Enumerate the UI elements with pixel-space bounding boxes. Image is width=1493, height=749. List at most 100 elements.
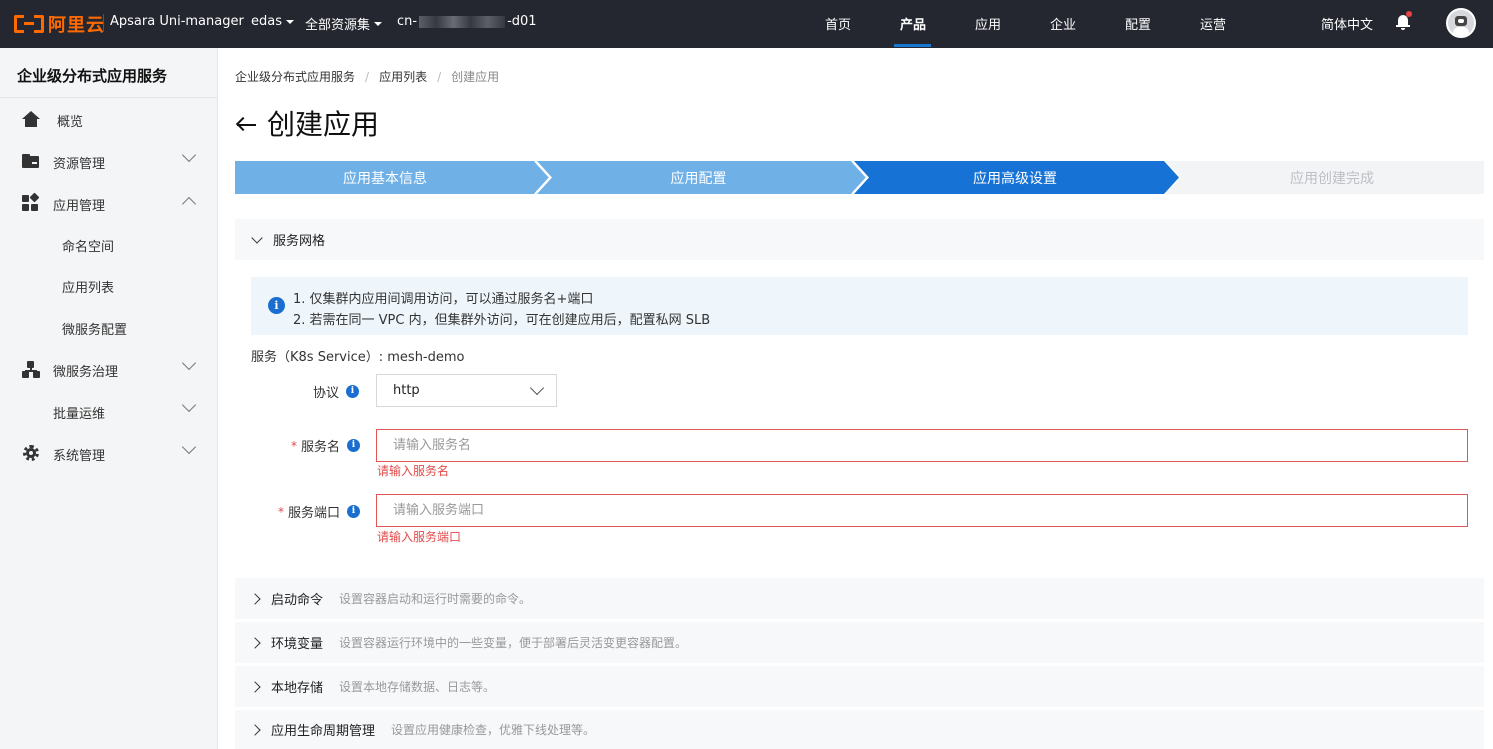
back-arrow-icon[interactable] <box>235 112 257 134</box>
region-redacted <box>419 15 506 28</box>
logo-divider <box>103 14 104 32</box>
service-name-label: 服务名 <box>301 440 341 455</box>
panel-local-storage[interactable]: 本地存储 设置本地存储数据、日志等。 <box>235 666 1484 707</box>
sidebar-item-label: 资源管理 <box>53 157 106 172</box>
panel-description: 设置应用健康检查，优雅下线处理等。 <box>391 723 596 737</box>
notification-bell-icon[interactable] <box>1396 11 1412 31</box>
page-header: 创建应用 <box>235 103 379 143</box>
service-name-input[interactable] <box>376 429 1468 462</box>
nav-apps[interactable]: 应用 <box>975 14 1001 33</box>
chevron-down-icon <box>181 397 197 413</box>
protocol-label-group: 协议 i <box>313 382 360 401</box>
language-switcher[interactable]: 简体中文 <box>1321 14 1373 33</box>
chevron-right-icon <box>249 723 261 736</box>
info-line-1: 1. 仅集群内应用间调用访问，可以通过服务名+端口 <box>293 292 594 307</box>
service-port-label: 服务端口 <box>288 506 341 521</box>
breadcrumb-edas[interactable]: 企业级分布式应用服务 <box>235 68 355 85</box>
sidebar-item-label: 批量运维 <box>53 407 106 422</box>
service-name-label-group: * 服务名 i <box>291 436 361 455</box>
sidebar-item-label: 命名空间 <box>62 240 115 255</box>
nav-home[interactable]: 首页 <box>825 14 851 33</box>
sidebar: 企业级分布式应用服务 概览 资源管理 应用管理 命名空间 应用列表 微服务配置 … <box>0 48 218 749</box>
nav-active-indicator <box>894 44 931 47</box>
step-indicator: 应用基本信息 应用配置 应用高级设置 应用创建完成 <box>235 161 1484 194</box>
region-prefix: cn- <box>397 14 418 29</box>
protocol-select-value: http <box>393 383 420 398</box>
service-port-input[interactable] <box>376 494 1468 527</box>
panel-lifecycle[interactable]: 应用生命周期管理 设置应用健康检查，优雅下线处理等。 <box>235 710 1484 749</box>
caret-down-icon <box>286 19 294 24</box>
breadcrumb-separator: / <box>365 69 370 84</box>
panel-title: 环境变量 <box>271 637 324 652</box>
info-icon: i <box>268 297 285 314</box>
service-port-label-group: * 服务端口 i <box>278 502 361 521</box>
step-advanced-settings: 应用高级设置 <box>973 170 1057 187</box>
sidebar-item-batch-ops[interactable]: 批量运维 <box>0 391 217 431</box>
breadcrumb-current: 创建应用 <box>451 70 500 84</box>
gear-icon <box>22 445 40 461</box>
edas-dropdown-label: edas <box>251 14 282 29</box>
aliyun-logo[interactable]: 阿里云 <box>14 11 105 37</box>
panel-description: 设置容器启动和运行时需要的命令。 <box>339 592 532 606</box>
panel-startup-command[interactable]: 启动命令 设置容器启动和运行时需要的命令。 <box>235 578 1484 619</box>
info-alert: i 1. 仅集群内应用间调用访问，可以通过服务名+端口 2. 若需在同一 VPC… <box>251 277 1468 335</box>
panel-service-mesh-header[interactable]: 服务网格 <box>235 219 1484 260</box>
breadcrumb-app-list[interactable]: 应用列表 <box>379 68 427 85</box>
sidebar-item-label: 概览 <box>57 115 84 130</box>
caret-down-icon <box>374 21 383 26</box>
nav-config[interactable]: 配置 <box>1125 14 1151 33</box>
sidebar-item-label: 微服务治理 <box>53 365 119 380</box>
nav-products[interactable]: 产品 <box>900 14 926 33</box>
region-selector[interactable]: cn- -d01 <box>397 14 537 29</box>
breadcrumb-separator: / <box>437 69 442 84</box>
chevron-down-icon <box>181 439 197 455</box>
sidebar-item-microservice-governance[interactable]: 微服务治理 <box>0 349 217 389</box>
folder-icon <box>22 153 40 169</box>
sidebar-item-label: 应用列表 <box>62 281 115 296</box>
home-icon <box>22 111 40 127</box>
chevron-down-icon <box>181 355 197 371</box>
nodes-icon <box>22 361 40 378</box>
chevron-right-icon <box>249 636 261 649</box>
sidebar-divider <box>0 97 218 98</box>
service-port-error: 请输入服务端口 <box>377 530 462 544</box>
sidebar-item-microservice-config[interactable]: 微服务配置 <box>0 307 217 347</box>
chevron-down-icon <box>529 380 545 396</box>
top-navbar: 阿里云 Apsara Uni-manager edas 全部资源集 cn- -d… <box>0 0 1493 48</box>
product-name: Apsara Uni-manager <box>110 14 244 29</box>
sidebar-item-label: 系统管理 <box>53 449 106 464</box>
nav-enterprise[interactable]: 企业 <box>1050 14 1076 33</box>
required-mark: * <box>278 504 284 519</box>
aliyun-logo-icon <box>14 13 44 35</box>
edas-dropdown[interactable]: edas <box>251 14 294 29</box>
region-suffix: -d01 <box>507 14 537 29</box>
grid-icon <box>22 192 40 211</box>
info-tooltip-icon[interactable]: i <box>346 385 360 398</box>
info-tooltip-icon[interactable]: i <box>347 505 361 518</box>
sidebar-item-namespace[interactable]: 命名空间 <box>0 224 217 264</box>
logo-text: 阿里云 <box>48 15 105 36</box>
protocol-label: 协议 <box>313 386 340 401</box>
sidebar-item-label: 应用管理 <box>53 199 106 214</box>
page-title: 创建应用 <box>267 108 380 141</box>
chevron-up-icon <box>181 196 197 212</box>
sidebar-title: 企业级分布式应用服务 <box>17 67 168 85</box>
chevron-right-icon <box>249 592 261 605</box>
protocol-select[interactable]: http <box>376 374 557 407</box>
info-tooltip-icon[interactable]: i <box>347 439 361 452</box>
nav-operations[interactable]: 运营 <box>1200 14 1226 33</box>
required-mark: * <box>291 438 297 453</box>
resource-set-label: 全部资源集 <box>305 18 371 33</box>
panel-env-vars[interactable]: 环境变量 设置容器运行环境中的一些变量，便于部署后灵活变更容器配置。 <box>235 622 1484 663</box>
sidebar-item-system-management[interactable]: 系统管理 <box>0 433 217 473</box>
resource-set-dropdown[interactable]: 全部资源集 <box>305 14 383 33</box>
sidebar-item-app-management[interactable]: 应用管理 <box>0 183 217 223</box>
sidebar-item-label: 微服务配置 <box>62 323 128 338</box>
sidebar-item-resource-management[interactable]: 资源管理 <box>0 141 217 181</box>
user-avatar[interactable] <box>1446 8 1476 38</box>
panel-title: 服务网格 <box>273 234 326 249</box>
sidebar-item-overview[interactable]: 概览 <box>0 99 217 139</box>
info-line-2: 2. 若需在同一 VPC 内，但集群外访问，可在创建应用后，配置私网 SLB <box>293 313 711 328</box>
service-name-error: 请输入服务名 <box>377 464 450 478</box>
sidebar-item-app-list[interactable]: 应用列表 <box>0 265 217 305</box>
